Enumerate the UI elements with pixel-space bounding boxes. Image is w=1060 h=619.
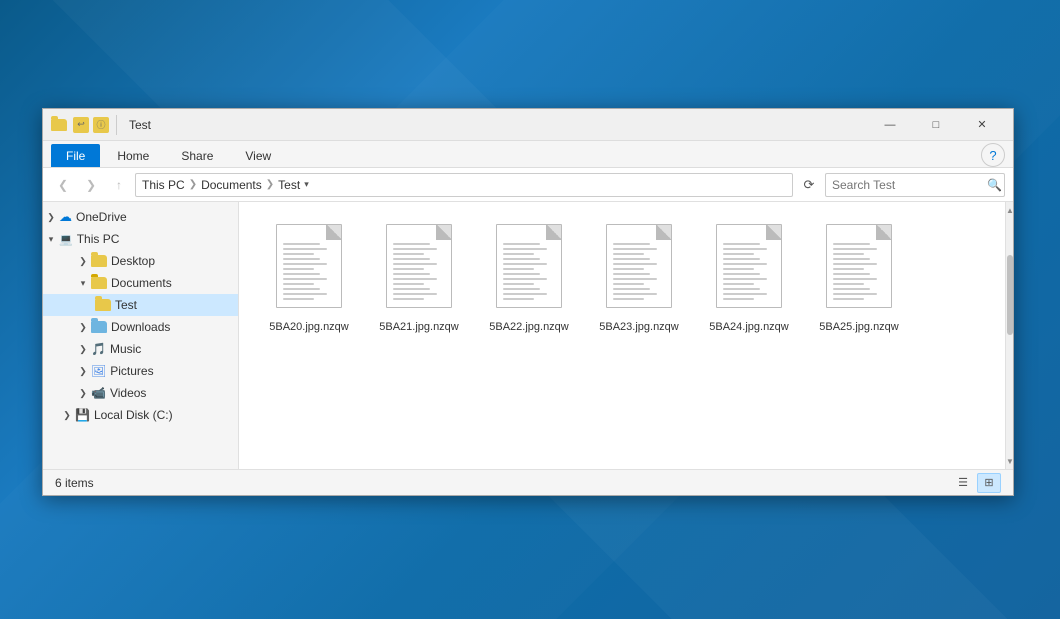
scroll-up[interactable]: ▲	[1006, 202, 1013, 218]
explorer-window: ↩ ⓘ Test — □ ✕ File Home Share View ?	[42, 108, 1014, 496]
sidebar-item-music[interactable]: ❯ 🎵 Music	[43, 338, 238, 360]
ribbon-tabs: File Home Share View ?	[43, 141, 1013, 167]
scrollbar[interactable]: ▲ ▼	[1005, 202, 1013, 469]
breadcrumb-this-pc[interactable]: This PC	[142, 178, 185, 192]
sidebar-item-this-pc[interactable]: ▾ 💻 This PC	[43, 228, 238, 250]
sidebar-item-documents[interactable]: ▾ Documents	[43, 272, 238, 294]
minimize-button[interactable]: —	[867, 109, 913, 141]
search-box[interactable]: 🔍	[825, 173, 1005, 197]
window-controls: — □ ✕	[867, 109, 1005, 141]
status-bar: 6 items ☰ ⊞	[43, 469, 1013, 495]
forward-button[interactable]: ❯	[79, 173, 103, 197]
title-bar: ↩ ⓘ Test — □ ✕	[43, 109, 1013, 141]
breadcrumb[interactable]: This PC ❯ Documents ❯ Test ▾	[135, 173, 793, 197]
details-view-button[interactable]: ☰	[951, 473, 975, 493]
cloud-icon: ☁	[59, 209, 72, 225]
sidebar: ❯ ☁ OneDrive ▾ 💻 This PC ❯ Desktop	[43, 202, 239, 469]
downloads-folder-icon	[91, 321, 107, 333]
pictures-icon: 🖼	[91, 364, 106, 378]
file-icon	[493, 224, 565, 314]
qat-undo[interactable]: ↩	[73, 117, 89, 133]
sidebar-item-desktop[interactable]: ❯ Desktop	[43, 250, 238, 272]
view-toggle: ☰ ⊞	[951, 473, 1001, 493]
file-item[interactable]: 5BA23.jpg.nzqw	[589, 218, 689, 340]
file-icon	[713, 224, 785, 314]
file-item[interactable]: 5BA20.jpg.nzqw	[259, 218, 359, 340]
file-item[interactable]: 5BA21.jpg.nzqw	[369, 218, 469, 340]
scrollbar-thumb[interactable]	[1007, 255, 1013, 335]
sidebar-item-test[interactable]: Test	[43, 294, 238, 316]
help-button[interactable]: ?	[981, 143, 1005, 167]
file-item[interactable]: 5BA25.jpg.nzqw	[809, 218, 909, 340]
qat-properties[interactable]: ⓘ	[93, 117, 109, 133]
file-item[interactable]: 5BA22.jpg.nzqw	[479, 218, 579, 340]
search-input[interactable]	[832, 178, 987, 192]
sidebar-item-pictures[interactable]: ❯ 🖼 Pictures	[43, 360, 238, 382]
file-view: 5BA20.jpg.nzqw	[239, 202, 1005, 469]
drive-icon: 💾	[75, 408, 90, 422]
close-button[interactable]: ✕	[959, 109, 1005, 141]
window-title: Test	[125, 118, 867, 132]
file-icon	[603, 224, 675, 314]
item-count: 6 items	[55, 476, 94, 490]
scroll-down[interactable]: ▼	[1006, 453, 1013, 469]
file-icon	[383, 224, 455, 314]
sidebar-item-onedrive[interactable]: ❯ ☁ OneDrive	[43, 206, 238, 228]
tab-share[interactable]: Share	[166, 144, 228, 167]
file-grid: 5BA20.jpg.nzqw	[259, 218, 985, 340]
sidebar-item-videos[interactable]: ❯ 📹 Videos	[43, 382, 238, 404]
folder-icon	[91, 255, 107, 267]
nav-bar: ❮ ❯ ↑ This PC ❯ Documents ❯ Test ▾ ⟳ 🔍	[43, 168, 1013, 202]
file-icon	[823, 224, 895, 314]
large-icons-view-button[interactable]: ⊞	[977, 473, 1001, 493]
folder-open-icon	[91, 277, 107, 289]
ribbon: File Home Share View ?	[43, 141, 1013, 168]
tab-file[interactable]: File	[51, 144, 100, 167]
selected-folder-icon	[95, 299, 111, 311]
tab-view[interactable]: View	[230, 144, 286, 167]
file-icon	[273, 224, 345, 314]
maximize-button[interactable]: □	[913, 109, 959, 141]
file-item[interactable]: 5BA24.jpg.nzqw	[699, 218, 799, 340]
up-button[interactable]: ↑	[107, 173, 131, 197]
breadcrumb-test: Test	[278, 178, 300, 192]
music-icon: 🎵	[91, 342, 106, 356]
refresh-button[interactable]: ⟳	[797, 173, 821, 197]
tab-home[interactable]: Home	[102, 144, 164, 167]
content-area: ❯ ☁ OneDrive ▾ 💻 This PC ❯ Desktop	[43, 202, 1013, 469]
window-icon	[51, 117, 67, 133]
search-icon[interactable]: 🔍	[987, 178, 1002, 192]
computer-icon: 💻	[59, 233, 73, 246]
videos-icon: 📹	[91, 386, 106, 400]
breadcrumb-documents[interactable]: Documents	[201, 178, 262, 192]
sidebar-item-local-disk[interactable]: ❯ 💾 Local Disk (C:)	[43, 404, 238, 426]
back-button[interactable]: ❮	[51, 173, 75, 197]
sidebar-item-downloads[interactable]: ❯ Downloads	[43, 316, 238, 338]
